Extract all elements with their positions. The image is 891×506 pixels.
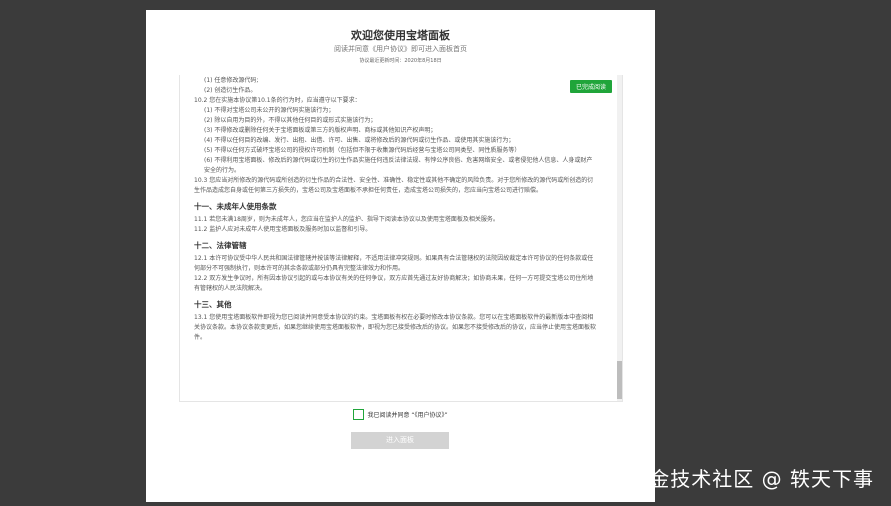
agreement-paragraph: 10.3 您应当对所修改的源代码或所创造的衍生作品的合法性、安全性、准确性、稳定… [194, 177, 594, 194]
agreement-line: (2) 除以自用为目的外，不得以其他任何目的或形式实施该行为； [204, 117, 377, 124]
agreement-paragraph: 12.1 本许可协议受中华人民共和国法律管辖并按该等法律解释，不适用法律冲突规则… [194, 255, 594, 272]
agree-checkbox[interactable] [353, 409, 365, 420]
enter-panel-button[interactable]: 进入面板 [351, 432, 449, 449]
agreement-text: (1) 任意修改源代码; (2) 创造衍生作品。 10.2 您在实施本协议第10… [194, 76, 598, 343]
updated-date: 协议最近更新时间：2020年8月18日 [359, 58, 442, 64]
agreement-paragraph: 10.2 您在实施本协议第10.1条的行为时，应当遵守以下要求： [194, 97, 361, 104]
section-heading: 十三、其他 [194, 300, 232, 309]
scrollbar-thumb[interactable] [617, 361, 622, 399]
agreement-paragraph: 13.1 您使用宝塔面板软件即视为您已阅读并同意受本协议的约束。宝塔面板有权在必… [194, 314, 597, 341]
section-heading: 十二、法律管辖 [194, 241, 247, 250]
agreement-line: (1) 任意修改源代码; [204, 77, 259, 84]
agreement-dialog: 欢迎您使用宝塔面板 阅读并同意《用户协议》即可进入面板首页 协议最近更新时间：2… [146, 10, 655, 502]
agreement-line: (3) 不得修改或删除任何关于宝塔面板或第三方的版权声明、商标或其他知识产权声明… [204, 127, 437, 134]
agreement-paragraph: 11.1 若您未满18周岁，则为未成年人，您应当在监护人的监护、指导下阅读本协议… [194, 216, 499, 223]
agreement-line: (5) 不得以任何方式破坏宝塔公司的授权许可机制（包括但不限于收集源代码后经营与… [204, 147, 521, 154]
section-heading: 十一、未成年人使用条款 [194, 202, 277, 211]
agreement-line: (1) 不得对宝塔公司未公开的源代码实施该行为； [204, 107, 335, 114]
dialog-title: 欢迎您使用宝塔面板 [351, 29, 450, 42]
watermark: 掘金技术社区 @ 轶天下事 [628, 467, 874, 491]
agreement-paragraph: 11.2 监护人应对未成年人使用宝塔面板及服务时加以监督和引导。 [194, 226, 372, 233]
agreement-line: (4) 不得以任何目的改编、发行、出租、出借、许可、出售、或将修改后的源代码或衍… [204, 137, 515, 144]
read-complete-badge: 已完成阅读 [569, 80, 612, 93]
agree-label[interactable]: 我已阅读并同意 “《用户协议》” [367, 412, 447, 419]
agreement-line: (2) 创造衍生作品。 [204, 87, 257, 94]
scrollbar-track[interactable] [617, 75, 622, 401]
agree-row: 我已阅读并同意 “《用户协议》” [146, 409, 655, 420]
agreement-paragraph: 12.2 双方发生争议时，所有因本协议引起的或与本协议有关的任何争议，双方应首先… [194, 275, 594, 292]
agreement-scroll-area[interactable]: (1) 任意修改源代码; (2) 创造衍生作品。 10.2 您在实施本协议第10… [179, 75, 623, 402]
agreement-line: (6) 不得利用宝塔面板、修改后的源代码或衍生的衍生作品实施任何违反法律法规、有… [204, 157, 593, 174]
dialog-subtitle: 阅读并同意《用户协议》即可进入面板首页 [334, 45, 467, 53]
